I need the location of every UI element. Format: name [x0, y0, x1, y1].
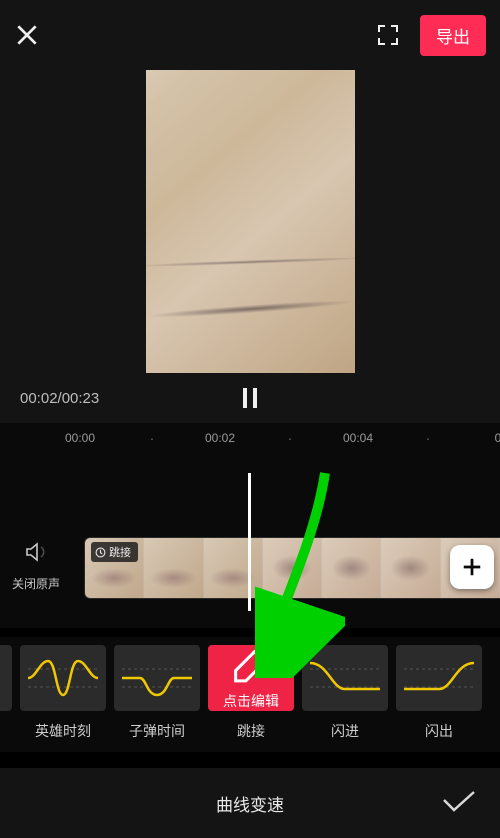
- preset-label: 英雄时刻: [35, 721, 91, 741]
- speed-icon: [95, 547, 106, 558]
- export-button[interactable]: 导出: [420, 15, 486, 56]
- preset-label: 子弹时间: [129, 721, 185, 741]
- playhead[interactable]: [248, 473, 251, 611]
- pencil-icon: [216, 645, 286, 686]
- mute-original-sound[interactable]: 关闭原声: [0, 540, 72, 592]
- mute-label: 关闭原声: [0, 575, 72, 592]
- transport-bar: 00:02/00:23: [0, 373, 500, 423]
- time-display: 00:02/00:23: [20, 390, 99, 407]
- check-icon: [442, 787, 476, 815]
- preset-label: 闪进: [331, 721, 359, 741]
- ruler-dot: ·: [150, 430, 155, 446]
- curve-preset-hero[interactable]: 英雄时刻: [20, 645, 106, 752]
- ruler-tick: 00:04: [343, 431, 373, 445]
- ruler-tick: 00:02: [205, 431, 235, 445]
- plus-icon: [461, 556, 483, 578]
- speaker-mute-icon: [24, 540, 48, 564]
- ruler-dot: ·: [426, 430, 431, 446]
- curve-preset-flashin[interactable]: 闪进: [302, 645, 388, 752]
- ruler-tick: 00:00: [65, 431, 95, 445]
- curve-preset-flashout[interactable]: 闪出: [396, 645, 482, 752]
- preset-label: 闪出: [425, 721, 453, 741]
- edit-label: 点击编辑: [223, 691, 279, 711]
- confirm-button[interactable]: [442, 787, 476, 820]
- pause-button[interactable]: [243, 388, 257, 408]
- timeline-ruler[interactable]: 00:00 · 00:02 · 00:04 · 0: [0, 423, 500, 453]
- timeline-clip[interactable]: 跳接: [84, 537, 500, 599]
- ruler-dot: ·: [288, 430, 293, 446]
- panel-title: 曲线变速: [0, 791, 500, 816]
- bottom-bar: 曲线变速: [0, 768, 500, 838]
- close-icon[interactable]: [14, 22, 40, 48]
- curve-preset-jumpcut[interactable]: 点击编辑 跳接: [208, 645, 294, 752]
- curve-preset-bullet[interactable]: 子弹时间: [114, 645, 200, 752]
- curve-preset-prev[interactable]: [0, 645, 12, 752]
- fullscreen-icon[interactable]: [376, 23, 400, 47]
- ruler-tick: 0: [495, 431, 500, 445]
- curve-preset-row: 英雄时刻 子弹时间 点击编辑 跳接 闪进 闪出: [0, 637, 500, 752]
- clip-effect-tag: 跳接: [91, 542, 138, 562]
- add-clip-button[interactable]: [450, 545, 494, 589]
- preset-label: 跳接: [237, 721, 265, 741]
- top-bar: 导出: [0, 0, 500, 70]
